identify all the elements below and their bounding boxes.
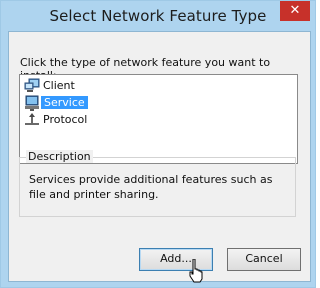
list-item-label: Service bbox=[41, 96, 88, 109]
close-icon: ✕ bbox=[289, 3, 301, 18]
window-title: Select Network Feature Type bbox=[49, 7, 267, 25]
list-item-label: Client bbox=[43, 79, 75, 92]
client-icon bbox=[24, 78, 40, 92]
list-item-label: Protocol bbox=[43, 113, 88, 126]
dialog-body: Click the type of network feature you wa… bbox=[8, 31, 311, 282]
cancel-button[interactable]: Cancel bbox=[227, 248, 301, 271]
title-bar[interactable]: Select Network Feature Type ✕ bbox=[1, 1, 315, 31]
description-label: Description bbox=[26, 150, 93, 163]
service-icon bbox=[25, 95, 39, 111]
description-text: Services provide additional features suc… bbox=[29, 173, 273, 201]
close-button[interactable]: ✕ bbox=[280, 1, 310, 21]
dialog-window: Select Network Feature Type ✕ Click the … bbox=[0, 0, 316, 288]
mouse-pointer-icon bbox=[189, 259, 203, 283]
protocol-icon bbox=[25, 113, 39, 125]
